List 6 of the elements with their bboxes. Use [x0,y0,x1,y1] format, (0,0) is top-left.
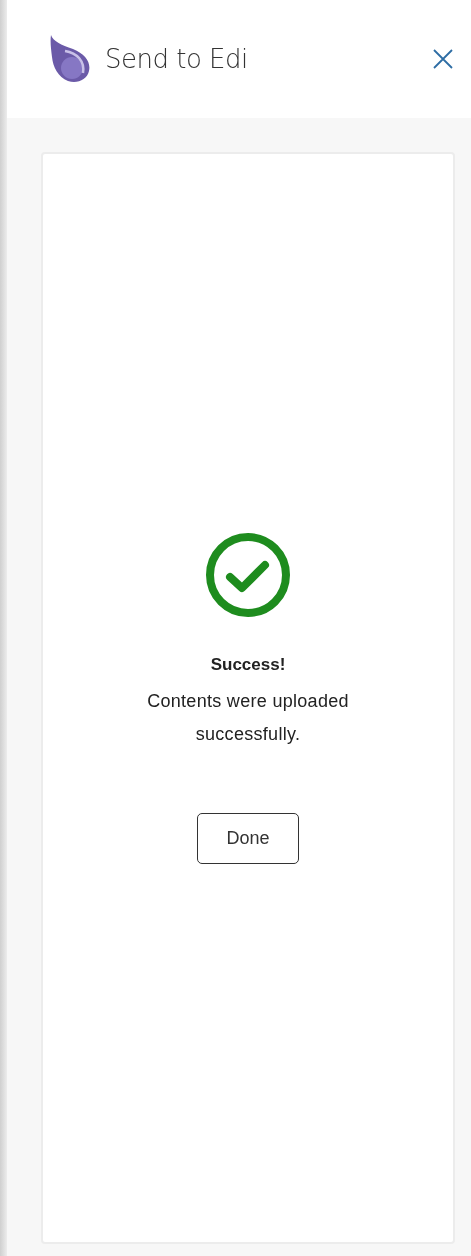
drop-logo-icon [49,35,91,83]
close-icon [433,49,453,69]
panel-title: Send to Edi [105,42,248,76]
result-message: Contents were uploaded successfully. [146,690,350,747]
done-button[interactable]: Done [197,813,299,865]
result-heading: Success! [210,653,286,676]
